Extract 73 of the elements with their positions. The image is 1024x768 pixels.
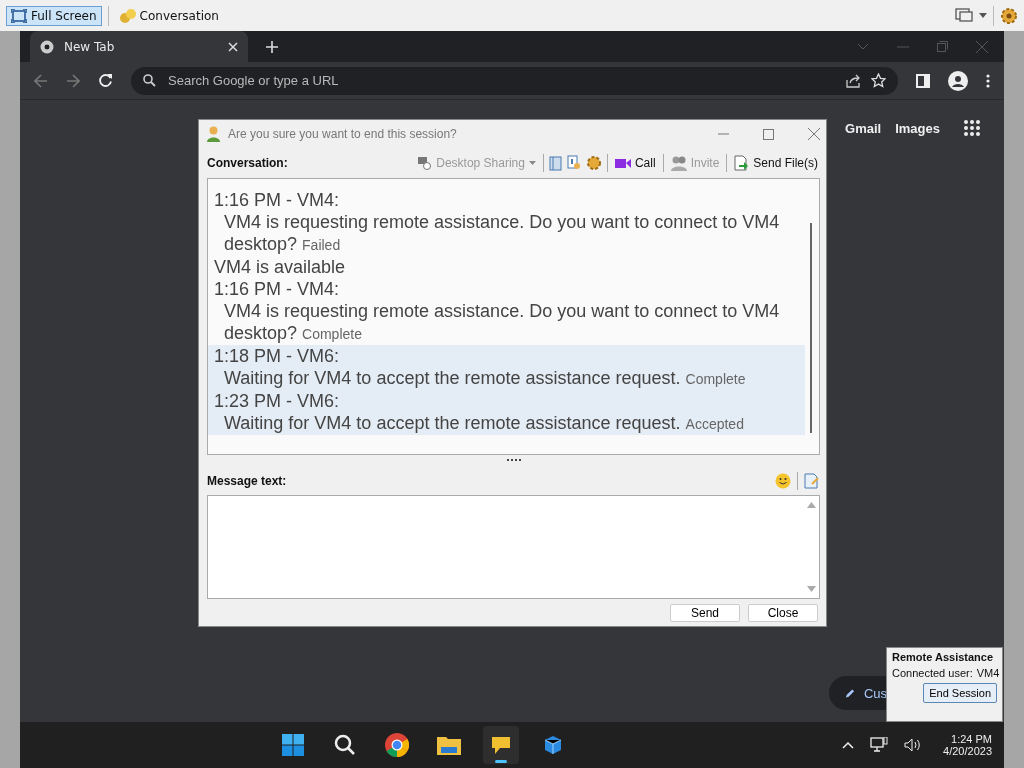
more-icon[interactable] [986, 73, 990, 88]
side-panel-icon[interactable] [916, 73, 930, 88]
tab-title: New Tab [64, 39, 116, 54]
conversation-label: Conversation: [207, 156, 288, 170]
address-bar[interactable]: Search Google or type a URL [131, 66, 898, 95]
new-tab-icon[interactable] [266, 40, 278, 53]
taskbar-app[interactable] [483, 726, 520, 764]
network-icon[interactable] [870, 737, 889, 753]
host-toolbar-button[interactable]: Conversation [114, 4, 224, 27]
gear-icon[interactable] [585, 155, 602, 171]
close-icon[interactable] [808, 128, 820, 140]
popup-title: Remote Assistance [892, 651, 995, 663]
windows-logo-icon [282, 734, 305, 756]
chat-bubbles-icon [119, 7, 136, 24]
browser-tab[interactable]: New Tab [30, 31, 248, 62]
message-header: 1:16 PM - VM4: [214, 278, 341, 300]
note-edit-icon[interactable] [804, 473, 820, 489]
message-text: Waiting for VM4 to accept the remote assistance request. Accepted [223, 412, 745, 435]
header-link[interactable]: Images [895, 120, 940, 136]
window-title: Are you sure you want to end this session? [228, 127, 457, 141]
volume-icon[interactable] [904, 738, 922, 752]
video-camera-icon [614, 157, 631, 169]
info-user-icon[interactable] [566, 155, 581, 171]
toolbar-button[interactable]: Send File(s) [732, 155, 820, 171]
message-header: 1:16 PM - VM4: [214, 189, 341, 211]
search-icon [143, 74, 156, 87]
profile-icon[interactable] [948, 70, 968, 91]
people-icon [670, 155, 687, 171]
star-icon[interactable] [871, 73, 886, 88]
chrome-icon [40, 39, 54, 54]
date-text: 4/20/2023 [943, 745, 992, 757]
share-icon[interactable] [846, 73, 861, 88]
monitor-icon [417, 156, 433, 170]
clock[interactable]: 1:24 PM 4/20/2023 [943, 733, 992, 757]
chevron-up-icon[interactable] [842, 741, 855, 749]
message-label: Message text: [207, 474, 287, 488]
message-header: 1:18 PM - VM6: [214, 345, 341, 367]
forward-icon[interactable] [66, 73, 80, 88]
back-icon[interactable] [34, 73, 48, 88]
caret-icon[interactable] [979, 13, 987, 18]
notebook-icon[interactable] [548, 155, 562, 171]
message-text: VM4 is requesting remote assistance. Do you want to connect to VM4 desktop? Complete [223, 300, 781, 345]
fullscreen-icon [11, 8, 27, 23]
message-text: VM4 is requesting remote assistance. Do you want to connect to VM4 desktop? Failed [223, 211, 781, 256]
end-session-button[interactable]: End Session [923, 683, 997, 703]
connected-user-value: VM4 [976, 667, 1000, 679]
chrome-icon [385, 733, 410, 757]
search-icon [334, 734, 357, 756]
maximize-icon[interactable] [763, 128, 774, 140]
status-notice: VM4 is available [214, 256, 347, 278]
address-field[interactable]: Search Google or type a URL [166, 72, 836, 89]
dialog-button[interactable]: Close [748, 603, 818, 622]
send-file-icon [734, 155, 750, 171]
smiley-icon[interactable] [775, 473, 791, 489]
host-toolbar-button[interactable]: Full Screen [6, 5, 102, 26]
user-icon [207, 126, 220, 142]
message-text: Waiting for VM4 to accept the remote assistance request. Complete [223, 367, 747, 390]
header-link[interactable]: Gmail [845, 120, 882, 136]
message-header: 1:23 PM - VM6: [214, 390, 341, 412]
dialog-button[interactable]: Send [670, 603, 740, 622]
customize-button[interactable]: Cus [829, 676, 887, 710]
speech-bubble-icon [490, 734, 513, 756]
cube-app-icon [543, 734, 564, 756]
monitor-icon[interactable] [955, 7, 973, 24]
apps-grid-icon[interactable] [964, 120, 980, 136]
connected-user-label: Connected user: [892, 667, 973, 679]
time-text: 1:24 PM [951, 733, 992, 745]
toolbar-button[interactable]: Call [612, 156, 658, 170]
gear-icon[interactable] [1000, 6, 1018, 25]
caret-icon [528, 161, 536, 165]
pencil-icon [845, 687, 856, 699]
folder-icon [437, 735, 462, 755]
reload-icon[interactable] [98, 73, 113, 88]
